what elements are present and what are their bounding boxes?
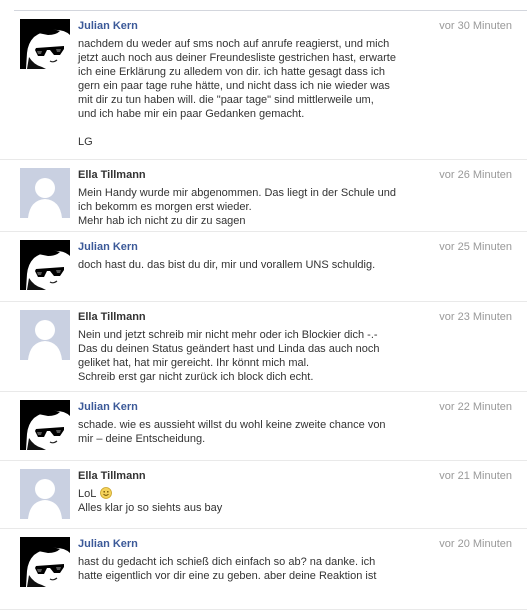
julian-avatar-icon[interactable] <box>20 19 70 69</box>
smiley-emoji-icon <box>100 487 113 500</box>
message-line: jetzt auch noch aus deiner Freundesliste… <box>78 51 426 65</box>
message-line-text: gern ein paar tage ruhe hätte, und nicht… <box>78 80 390 92</box>
message-item: Julian Kern vor 30 Minuten nachdem du wede… <box>0 11 527 160</box>
message-line: ich bekomm es morgen erst wieder. <box>78 200 426 214</box>
message-line-text: LoL <box>78 488 97 500</box>
message-thread: Julian Kern vor 30 Minuten nachdem du wede… <box>0 11 527 610</box>
message-author: Ella Tillmann <box>78 169 146 181</box>
message-timestamp: vor 25 Minuten <box>439 241 512 253</box>
message-timestamp: vor 21 Minuten <box>439 470 512 482</box>
message-line-text: nachdem du weder auf sms noch auf anrufe… <box>78 38 390 50</box>
message-body: doch hast du. das bist du dir, mir und v… <box>78 258 426 272</box>
message-line: Mein Handy wurde mir abgenommen. Das lie… <box>78 186 426 200</box>
message-line: und ich habe mir ein paar Gedanken gemac… <box>78 107 426 121</box>
message-line: Alles klar jo so siehts aus bay <box>78 501 426 515</box>
message-item: Ella Tillmann vor 21 Minuten LoL Alles klar… <box>0 461 527 529</box>
message-line-text: schade. wie es aussieht willst du wohl k… <box>78 419 386 431</box>
message-line-text: Das du deinen Status geändert hast und L… <box>78 343 380 355</box>
default-avatar-icon[interactable] <box>20 310 70 360</box>
message-body: Nein und jetzt schreib mir nicht mehr od… <box>78 328 426 384</box>
message-line: geliket hat, hat mir gereicht. Ihr könnt… <box>78 356 426 370</box>
message-author[interactable]: Julian Kern <box>78 400 138 414</box>
message-line: Das du deinen Status geändert hast und L… <box>78 342 426 356</box>
message-timestamp: vor 23 Minuten <box>439 311 512 323</box>
message-item: Ella Tillmann vor 26 Minuten Mein Handy wu… <box>0 160 527 232</box>
message-timestamp: vor 30 Minuten <box>439 20 512 32</box>
message-line-text: Nein und jetzt schreib mir nicht mehr od… <box>78 329 378 341</box>
message-item: Julian Kern vor 20 Minuten hast du gedacht… <box>0 529 527 610</box>
message-timestamp: vor 22 Minuten <box>439 401 512 413</box>
julian-avatar-icon[interactable] <box>20 400 70 450</box>
message-line: nachdem du weder auf sms noch auf anrufe… <box>78 37 426 51</box>
message-author[interactable]: Julian Kern <box>78 19 138 33</box>
message-line-text: jetzt auch noch aus deiner Freundesliste… <box>78 52 396 64</box>
message-line <box>78 121 426 135</box>
message-line-text: LG <box>78 136 93 148</box>
message-body: hast du gedacht ich schieß dich einfach … <box>78 555 426 583</box>
message-line: hast du gedacht ich schieß dich einfach … <box>78 555 426 569</box>
message-body: Mein Handy wurde mir abgenommen. Das lie… <box>78 186 426 228</box>
message-line-text: geliket hat, hat mir gereicht. Ihr könnt… <box>78 357 310 369</box>
message-line: Nein und jetzt schreib mir nicht mehr od… <box>78 328 426 342</box>
message-line-text: Mehr hab ich nicht zu dir zu sagen <box>78 215 246 227</box>
message-line-text: Alles klar jo so siehts aus bay <box>78 502 223 514</box>
message-author[interactable]: Julian Kern <box>78 240 138 254</box>
message-line-text: mit dir zu tun haben will. die "paar tag… <box>78 94 374 106</box>
default-avatar-icon[interactable] <box>20 469 70 519</box>
message-line-text: mir – deine Entscheidung. <box>78 433 206 445</box>
message-line-text: Schreib erst gar nicht zurück ich block … <box>78 371 314 383</box>
message-line: schade. wie es aussieht willst du wohl k… <box>78 418 426 432</box>
message-line: hatte eigentlich vor dir eine zu geben. … <box>78 569 426 583</box>
message-line: Schreib erst gar nicht zurück ich block … <box>78 370 426 384</box>
message-line-text: hast du gedacht ich schieß dich einfach … <box>78 556 376 568</box>
message-line: mir – deine Entscheidung. <box>78 432 426 446</box>
default-avatar-icon[interactable] <box>20 168 70 218</box>
message-line: ich eine Erklärung zu alledem von dir. i… <box>78 65 426 79</box>
message-line: mit dir zu tun haben will. die "paar tag… <box>78 93 426 107</box>
message-body: schade. wie es aussieht willst du wohl k… <box>78 418 426 446</box>
message-author: Ella Tillmann <box>78 311 146 323</box>
message-line-text: hatte eigentlich vor dir eine zu geben. … <box>78 570 377 582</box>
message-body: LoL Alles klar jo so siehts aus bay <box>78 487 426 515</box>
message-line-text: Mein Handy wurde mir abgenommen. Das lie… <box>78 187 396 199</box>
message-line-text: und ich habe mir ein paar Gedanken gemac… <box>78 108 305 120</box>
message-item: Julian Kern vor 22 Minuten schade. wie es … <box>0 392 527 461</box>
message-body: nachdem du weder auf sms noch auf anrufe… <box>78 37 426 149</box>
message-author: Ella Tillmann <box>78 470 146 482</box>
julian-avatar-icon[interactable] <box>20 537 70 587</box>
message-line-text: ich bekomm es morgen erst wieder. <box>78 201 252 213</box>
message-line: LoL <box>78 487 426 501</box>
message-line: gern ein paar tage ruhe hätte, und nicht… <box>78 79 426 93</box>
message-line-text: doch hast du. das bist du dir, mir und v… <box>78 259 376 271</box>
message-line: Mehr hab ich nicht zu dir zu sagen <box>78 214 426 228</box>
message-item: Julian Kern vor 25 Minuten doch hast du. d… <box>0 232 527 302</box>
message-line-text: ich eine Erklärung zu alledem von dir. i… <box>78 66 385 78</box>
message-line: doch hast du. das bist du dir, mir und v… <box>78 258 426 272</box>
julian-avatar-icon[interactable] <box>20 240 70 290</box>
message-timestamp: vor 20 Minuten <box>439 538 512 550</box>
message-item: Ella Tillmann vor 23 Minuten Nein und jetz… <box>0 302 527 392</box>
message-line: LG <box>78 135 426 149</box>
message-timestamp: vor 26 Minuten <box>439 169 512 181</box>
message-author[interactable]: Julian Kern <box>78 537 138 551</box>
